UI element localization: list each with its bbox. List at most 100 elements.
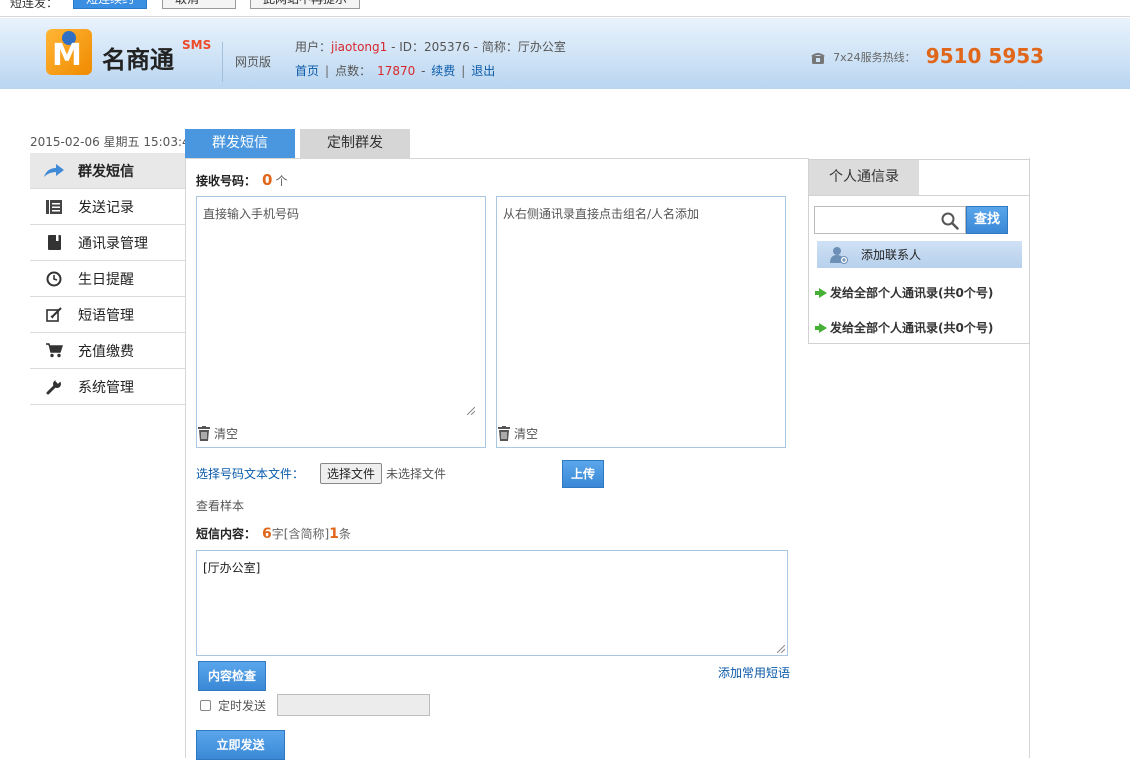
green-arrow-icon xyxy=(815,322,827,333)
edit-icon xyxy=(30,306,78,323)
sidebar-item-birthday[interactable]: 生日提醒 xyxy=(30,261,185,297)
upload-button[interactable]: 上传 xyxy=(562,460,604,488)
user-id: 205376 xyxy=(424,40,470,54)
tab-personal-contacts[interactable]: 个人通信录 xyxy=(809,160,919,195)
user-short-name: 厅办公室 xyxy=(517,40,566,54)
sidebar-item-label: 充值缴费 xyxy=(78,343,134,360)
clear-label: 清空 xyxy=(214,427,239,441)
logout-link[interactable]: 退出 xyxy=(471,64,495,78)
add-user-icon xyxy=(830,246,848,264)
recipients-header: 接收号码： 0 个 xyxy=(196,171,287,189)
timed-send-datetime-input[interactable] xyxy=(277,694,430,716)
notification-dismiss-button[interactable]: 此网站不再提示 xyxy=(250,0,361,9)
sidebar-item-contacts[interactable]: 通讯录管理 xyxy=(30,225,185,261)
resize-handle-icon[interactable] xyxy=(777,645,785,653)
renew-link[interactable]: 续费 xyxy=(431,64,455,78)
message-count: 1 xyxy=(329,526,339,542)
tab-custom-bulk[interactable]: 定制群发 xyxy=(300,129,410,158)
send-now-button[interactable]: 立即发送 xyxy=(196,730,285,760)
view-sample-link[interactable]: 查看样本 xyxy=(196,497,244,514)
sidebar-item-label: 短语管理 xyxy=(78,307,134,324)
clock-icon xyxy=(30,271,78,287)
sidebar-menu: 群发短信 发送记录 通讯录管理 生日提醒 短语管理 充值缴费 系统管理 xyxy=(30,153,185,405)
send-all-contacts-link-1[interactable]: 发给全部个人通讯录(共0个号) xyxy=(813,284,993,301)
user-info: 用户：jiaotong1 - ID：205376 - 简称：厅办公室 xyxy=(295,40,566,54)
current-datetime: 2015-02-06 星期五 15:03:42 xyxy=(30,135,198,149)
home-link[interactable]: 首页 xyxy=(295,64,319,78)
cart-icon xyxy=(30,343,78,358)
contacts-find-button[interactable]: 查找 xyxy=(966,206,1008,234)
trash-icon xyxy=(498,426,510,441)
address-book-selection-box[interactable]: 从右侧通讯录直接点击组名/人名添加 清空 xyxy=(496,196,786,448)
username: jiaotong1 xyxy=(331,40,388,54)
notification-cancel-button[interactable]: 取消 xyxy=(162,0,236,9)
sidebar-item-recharge[interactable]: 充值缴费 xyxy=(30,333,185,369)
file-label: 选择号码文本文件： xyxy=(196,467,305,481)
content-label: 短信内容： xyxy=(196,527,257,541)
sidebar-item-label: 通讯录管理 xyxy=(78,235,148,252)
resize-handle-icon[interactable] xyxy=(467,407,475,415)
main-panel-top-border xyxy=(185,158,809,159)
site-header: M 名商通 SMS 网页版 用户：jiaotong1 - ID：205376 -… xyxy=(0,18,1130,89)
add-common-phrase-link[interactable]: 添加常用短语 xyxy=(718,664,790,681)
hotline-number: 9510 5953 xyxy=(925,44,1045,68)
sidebar-item-label: 发送记录 xyxy=(78,199,134,216)
points-value: 17870 xyxy=(377,64,416,78)
header-divider xyxy=(222,42,223,82)
send-all-contacts-link-2[interactable]: 发给全部个人通讯录(共0个号) xyxy=(813,319,993,336)
timed-send-label: 定时发送 xyxy=(218,699,267,713)
sidebar-item-send-records[interactable]: 发送记录 xyxy=(30,189,185,225)
tab-bulk-sms[interactable]: 群发短信 xyxy=(185,129,295,158)
notification-confirm-button[interactable]: 短连续约 xyxy=(73,0,148,9)
list-icon xyxy=(30,199,78,214)
timed-send-checkbox[interactable] xyxy=(200,700,211,711)
char-unit: 字[含简称] xyxy=(271,527,330,541)
recipients-count: 0 xyxy=(262,171,273,189)
hotline-label: 7x24服务热线： xyxy=(833,51,916,64)
content-check-button[interactable]: 内容检查 xyxy=(198,661,266,691)
add-contact-label: 添加联系人 xyxy=(861,248,922,262)
sidebar-item-bulk-sms[interactable]: 群发短信 xyxy=(30,153,185,189)
share-arrow-icon xyxy=(30,163,78,178)
clear-phone-button[interactable]: 清空 xyxy=(197,425,238,442)
sidebar-item-label: 群发短信 xyxy=(78,163,134,180)
book-icon xyxy=(30,235,78,250)
sidebar-item-phrases[interactable]: 短语管理 xyxy=(30,297,185,333)
content-header: 短信内容： 6字[含简称]1条 xyxy=(196,525,351,542)
search-icon xyxy=(941,212,959,230)
phone-input-box[interactable]: 直接输入手机号码 清空 xyxy=(196,196,486,448)
message-unit: 条 xyxy=(338,527,351,541)
green-arrow-icon xyxy=(815,287,827,298)
sidebar-item-label: 生日提醒 xyxy=(78,271,134,288)
recipients-unit: 个 xyxy=(275,174,288,188)
recipients-label: 接收号码： xyxy=(196,174,257,188)
choose-file-button[interactable]: 选择文件 xyxy=(320,463,383,484)
file-upload-row: 选择号码文本文件： 选择文件 未选择文件 xyxy=(196,463,446,484)
message-content-value: [厅办公室] xyxy=(203,561,261,575)
timed-send-row: 定时发送 xyxy=(200,697,266,714)
send-all-label: 发给全部个人通讯录(共0个号) xyxy=(830,321,994,335)
add-contact-button[interactable]: 添加联系人 xyxy=(817,241,1022,268)
brand-name: 名商通 xyxy=(102,46,174,74)
contacts-search-input[interactable] xyxy=(814,206,966,234)
wrench-icon xyxy=(30,378,78,395)
char-count: 6 xyxy=(262,526,272,542)
sidebar-item-label: 系统管理 xyxy=(78,379,134,396)
clear-label: 清空 xyxy=(514,427,539,441)
file-status: 未选择文件 xyxy=(386,467,447,481)
header-nav: 首页 | 点数： 17870 - 续费 | 退出 xyxy=(295,64,496,78)
send-all-label: 发给全部个人通讯录(共0个号) xyxy=(830,286,994,300)
trash-icon xyxy=(198,426,210,441)
brand-logo-icon: M xyxy=(46,29,92,75)
notification-bar: 短连发： 短连续约 取消 此网站不再提示 xyxy=(0,0,1130,17)
notification-text: 短连发： xyxy=(10,0,59,10)
sidebar-item-system[interactable]: 系统管理 xyxy=(30,369,185,405)
hotline: 7x24服务热线： 9510 5953 xyxy=(810,44,1044,68)
web-version-label: 网页版 xyxy=(235,55,272,69)
contacts-header-divider xyxy=(809,195,1029,196)
clear-selection-button[interactable]: 清空 xyxy=(497,425,538,442)
phone-icon xyxy=(811,53,825,64)
brand-sms-mark: SMS xyxy=(182,38,212,52)
address-book-placeholder: 从右侧通讯录直接点击组名/人名添加 xyxy=(503,207,700,221)
message-content-input[interactable]: [厅办公室] xyxy=(196,550,788,656)
